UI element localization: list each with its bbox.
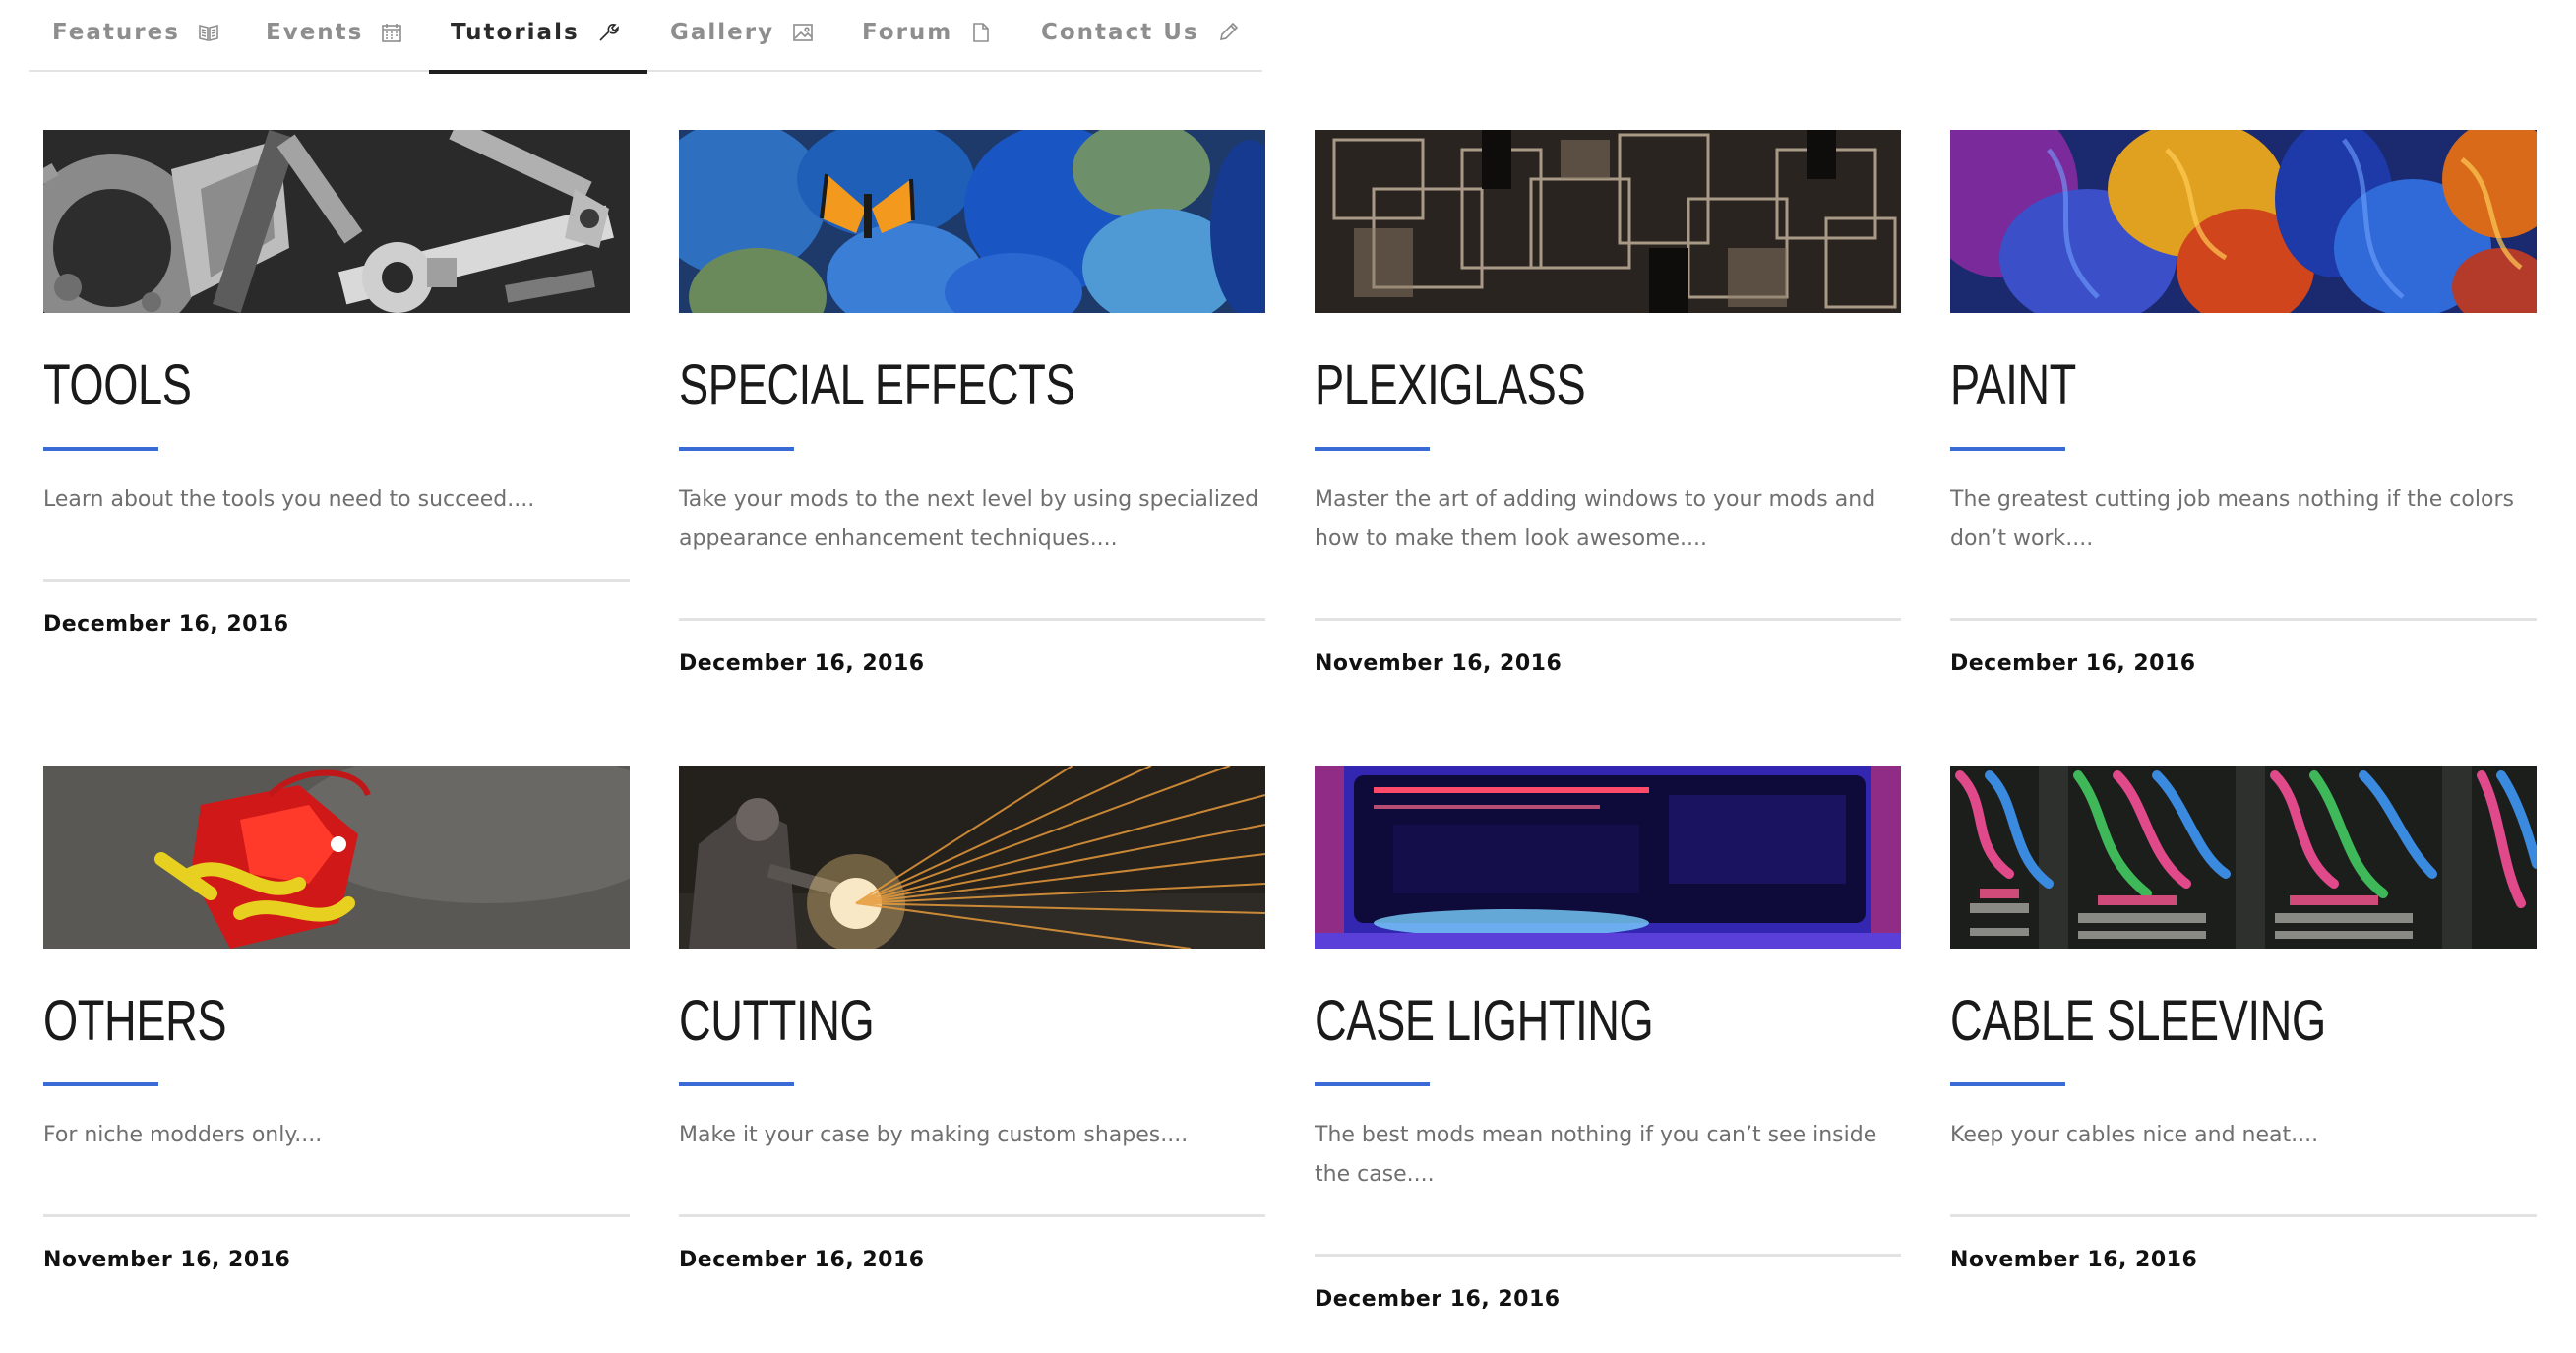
card-divider xyxy=(1315,618,1901,621)
card-date: November 16, 2016 xyxy=(43,1248,291,1272)
tab-gallery[interactable]: Gallery xyxy=(670,0,814,72)
title-accent-line xyxy=(679,1082,794,1086)
card-title[interactable]: PAINT xyxy=(1950,356,2076,415)
document-icon xyxy=(970,22,992,43)
card-divider xyxy=(679,1214,1265,1217)
tab-events[interactable]: Events xyxy=(266,0,402,72)
tab-forum-label: Forum xyxy=(862,20,953,45)
card-date: December 16, 2016 xyxy=(43,612,289,637)
tab-forum[interactable]: Forum xyxy=(862,0,992,72)
title-accent-line xyxy=(1315,447,1430,451)
card-divider xyxy=(1950,618,2537,621)
card-date: November 16, 2016 xyxy=(1315,651,1563,676)
tab-bar: Features Events Tutorials Gallery Forum … xyxy=(29,0,1262,74)
card-date: December 16, 2016 xyxy=(1950,651,2196,676)
title-accent-line xyxy=(1950,1082,2065,1086)
card-description: The greatest cutting job means nothing i… xyxy=(1950,487,2514,551)
butterfly-stones-image[interactable] xyxy=(679,130,1265,313)
title-accent-line xyxy=(1315,1082,1430,1086)
title-accent-line xyxy=(679,447,794,451)
card-divider xyxy=(1315,1254,1901,1257)
title-accent-line xyxy=(43,1082,158,1086)
sleeved-cables-image[interactable] xyxy=(1950,766,2537,949)
tab-gallery-label: Gallery xyxy=(670,20,775,45)
card-title[interactable]: PLEXIGLASS xyxy=(1315,356,1586,415)
tab-tutorials[interactable]: Tutorials xyxy=(429,0,647,74)
card-date: December 16, 2016 xyxy=(1315,1287,1561,1312)
image-icon xyxy=(792,22,814,43)
title-accent-line xyxy=(43,447,158,451)
card-date: December 16, 2016 xyxy=(679,651,925,676)
tab-features[interactable]: Features xyxy=(52,0,219,72)
glass-structure-image[interactable] xyxy=(1315,130,1901,313)
tab-contact-us-label: Contact Us xyxy=(1041,20,1199,45)
card-divider xyxy=(1950,1214,2537,1217)
card-description: Make it your case by making custom shape… xyxy=(679,1123,1189,1147)
card-description: Master the art of adding windows to your… xyxy=(1315,487,1876,551)
card-title[interactable]: CUTTING xyxy=(679,992,875,1051)
wrench-icon xyxy=(597,22,619,43)
card-description: Learn about the tools you need to succee… xyxy=(43,487,535,512)
card-title[interactable]: OTHERS xyxy=(43,992,227,1051)
tab-tutorials-label: Tutorials xyxy=(451,20,580,45)
card-description: Take your mods to the next level by usin… xyxy=(679,487,1259,551)
welding-sparks-image[interactable] xyxy=(679,766,1265,949)
tools-image[interactable] xyxy=(43,130,630,313)
card-title[interactable]: TOOLS xyxy=(43,356,192,415)
title-accent-line xyxy=(1950,447,2065,451)
calendar-icon xyxy=(381,22,402,43)
paint-swirls-image[interactable] xyxy=(1950,130,2537,313)
red-device-image[interactable] xyxy=(43,766,630,949)
card-title[interactable]: CABLE SLEEVING xyxy=(1950,992,2326,1051)
card-description: The best mods mean nothing if you can’t … xyxy=(1315,1123,1877,1187)
card-divider xyxy=(679,618,1265,621)
tab-events-label: Events xyxy=(266,20,364,45)
card-divider xyxy=(43,1214,630,1217)
card-date: December 16, 2016 xyxy=(679,1248,925,1272)
card-description: For niche modders only.... xyxy=(43,1123,323,1147)
card-title[interactable]: CASE LIGHTING xyxy=(1315,992,1654,1051)
lit-case-image[interactable] xyxy=(1315,766,1901,949)
pencil-icon xyxy=(1217,22,1239,43)
card-divider xyxy=(43,579,630,582)
tab-contact-us[interactable]: Contact Us xyxy=(1041,0,1239,72)
card-title[interactable]: SPECIAL EFFECTS xyxy=(679,356,1075,415)
card-description: Keep your cables nice and neat.... xyxy=(1950,1123,2319,1147)
card-date: November 16, 2016 xyxy=(1950,1248,2198,1272)
tab-features-label: Features xyxy=(52,20,180,45)
book-icon xyxy=(198,22,219,43)
